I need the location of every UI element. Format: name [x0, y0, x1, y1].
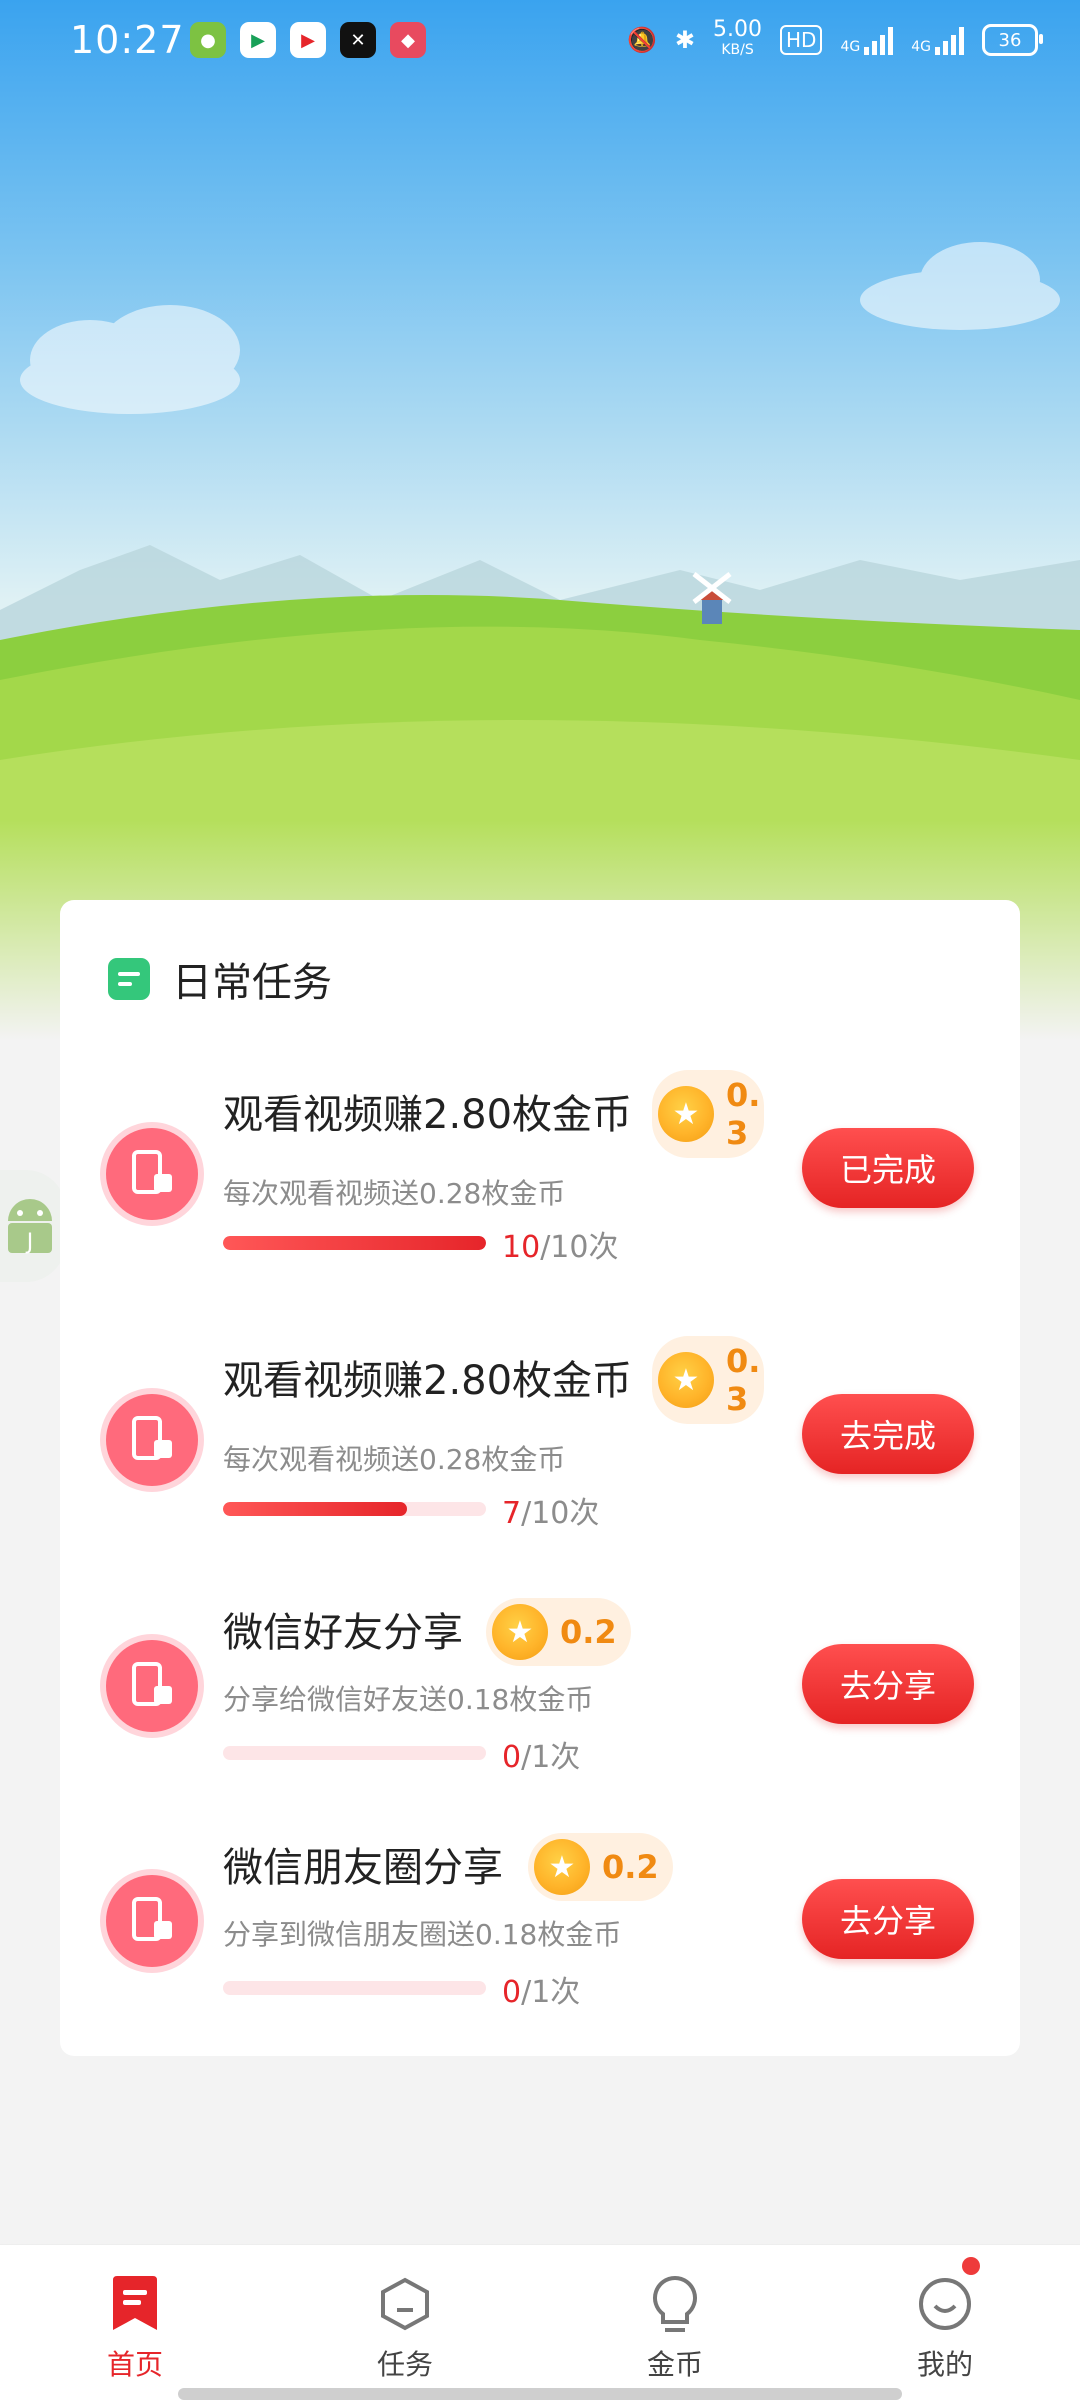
progress-bar: [223, 1981, 486, 1995]
bottom-nav: 首页 任务 金币 我的: [0, 2244, 1080, 2401]
star-coin-icon: ★: [658, 1086, 714, 1142]
star-coin-icon: ★: [534, 1839, 590, 1895]
task-item: 观看视频赚2.80枚金币 ★ 0.3 每次观看视频送0.28枚金币 10/10次…: [60, 1060, 1020, 1265]
mute-bell-icon: 🔕: [627, 26, 657, 54]
reward-badge: ★ 0.3: [652, 1070, 764, 1158]
video-app-icon: ▶: [290, 22, 326, 58]
task-item: 微信好友分享 ★ 0.2 分享给微信好友送0.18枚金币 0/1次 去分享: [60, 1590, 1020, 1790]
bluetooth-icon: ✱: [674, 26, 696, 54]
progress-count: 7/10次: [502, 1496, 600, 1531]
notification-badge: [962, 2257, 980, 2275]
star-coin-icon: ★: [658, 1352, 714, 1408]
landscape-illustration: [0, 242, 1080, 1040]
status-time: 10:27: [70, 18, 185, 62]
star-coin-icon: ★: [492, 1604, 548, 1660]
progress-bar: [223, 1746, 486, 1760]
progress-bar: [223, 1236, 486, 1250]
reward-badge: ★ 0.2: [486, 1598, 631, 1666]
progress-bar: [223, 1502, 486, 1516]
bookmark-icon: [109, 2273, 161, 2335]
notification-icons: ● ▶ ▶ ✕ ◆: [190, 22, 426, 58]
task-title: 微信朋友圈分享: [223, 1845, 503, 1891]
lightbulb-icon: [649, 2273, 701, 2335]
task-list-icon: [108, 958, 150, 1000]
phone-task-icon: [106, 1128, 198, 1220]
signal-icon: 4G: [840, 25, 894, 55]
task-item: 观看视频赚2.80枚金币 ★ 0.3 每次观看视频送0.28枚金币 7/10次 …: [60, 1326, 1020, 1531]
nav-item-me[interactable]: 我的: [810, 2245, 1080, 2401]
android-icon: J: [8, 1199, 52, 1255]
daily-tasks-card: 日常任务 观看视频赚2.80枚金币 ★ 0.3 每次观看视频送0.28枚金币 1…: [60, 900, 1020, 2056]
task-description: 分享给微信好友送0.18枚金币: [223, 1683, 594, 1716]
share-moments-button[interactable]: 去分享: [802, 1879, 974, 1959]
network-speed: 5.00 KB/S: [713, 17, 763, 59]
nav-item-coins[interactable]: 金币: [540, 2245, 810, 2401]
task-item: 微信朋友圈分享 ★ 0.2 分享到微信朋友圈送0.18枚金币 0/1次 去分享: [60, 1825, 1020, 2025]
progress-count: 0/1次: [502, 1975, 581, 2010]
card-header: 日常任务: [108, 950, 332, 1008]
nav-item-tasks[interactable]: 任务: [270, 2245, 540, 2401]
progress-count: 10/10次: [502, 1230, 619, 1265]
phone-task-icon: [106, 1875, 198, 1967]
task-description: 每次观看视频送0.28枚金币: [223, 1177, 566, 1210]
task-description: 分享到微信朋友圈送0.18枚金币: [223, 1918, 622, 1951]
hd-icon: HD: [780, 25, 823, 55]
task-title: 观看视频赚2.80枚金币: [223, 1358, 633, 1404]
play-store-icon: ▶: [240, 22, 276, 58]
task-description: 每次观看视频送0.28枚金币: [223, 1443, 566, 1476]
floating-android-widget[interactable]: J: [0, 1170, 66, 1282]
shopping-app-icon: ◆: [390, 22, 426, 58]
home-indicator[interactable]: [178, 2388, 902, 2400]
status-bar: 10:27 ● ▶ ▶ ✕ ◆ 🔕 ✱ 5.00 KB/S HD 4G 4G 3…: [0, 0, 1080, 80]
hero-background: [0, 0, 1080, 1040]
nav-label: 我的: [916, 2348, 973, 2381]
card-title: 日常任务: [172, 960, 332, 1006]
app-notification-icon: ●: [190, 22, 226, 58]
task-title: 观看视频赚2.80枚金币: [223, 1092, 633, 1138]
progress-count: 0/1次: [502, 1740, 581, 1775]
nav-item-home[interactable]: 首页: [0, 2245, 270, 2401]
phone-task-icon: [106, 1640, 198, 1732]
reward-badge: ★ 0.3: [652, 1336, 764, 1424]
task-title: 微信好友分享: [223, 1610, 463, 1656]
nav-label: 首页: [106, 2348, 163, 2381]
reward-badge: ★ 0.2: [528, 1833, 673, 1901]
go-complete-button[interactable]: 去完成: [802, 1394, 974, 1474]
svg-text:J: J: [25, 1230, 34, 1255]
battery-icon: 36: [982, 24, 1043, 56]
completed-button[interactable]: 已完成: [802, 1128, 974, 1208]
signal-icon-2: 4G: [911, 25, 964, 55]
hexagon-icon: [377, 2273, 433, 2335]
capcut-icon: ✕: [340, 22, 376, 58]
nav-label: 任务: [376, 2348, 433, 2381]
share-friend-button[interactable]: 去分享: [802, 1644, 974, 1724]
system-icons: 🔕 ✱ 5.00 KB/S HD 4G 4G 36: [627, 17, 1043, 60]
smile-icon: [917, 2273, 973, 2335]
phone-task-icon: [106, 1394, 198, 1486]
nav-label: 金币: [646, 2348, 703, 2381]
